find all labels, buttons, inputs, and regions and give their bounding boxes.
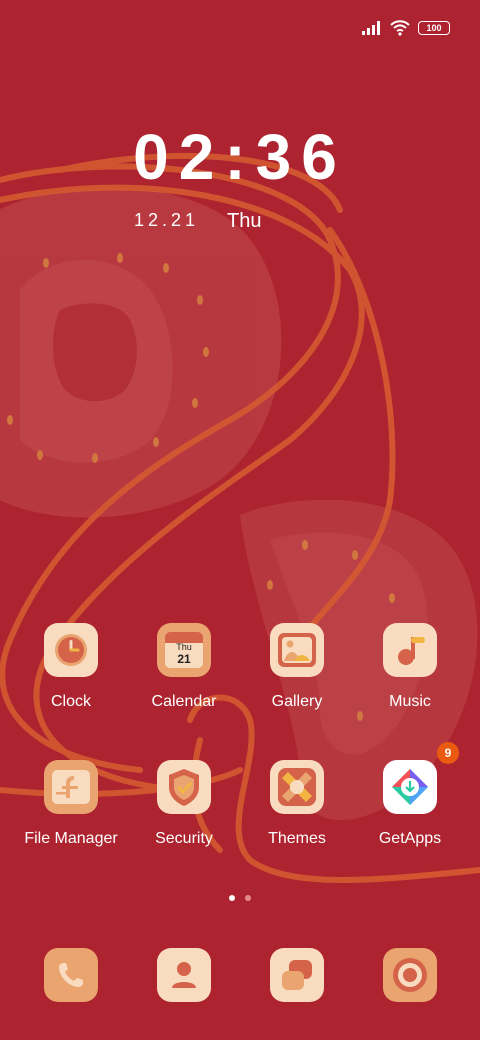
page-indicator[interactable] [0, 895, 480, 901]
app-label: Gallery [271, 693, 323, 710]
app-security[interactable]: Security [124, 760, 244, 848]
dock-phone[interactable] [44, 948, 98, 1002]
app-label: Clock [50, 693, 91, 710]
app-getapps[interactable]: 9 GetApps [350, 742, 470, 848]
status-bar: 100 [362, 14, 450, 42]
messages-icon [282, 960, 312, 990]
clock-widget-date[interactable]: 12.21 Thu [134, 210, 262, 233]
clock-widget-time[interactable]: 02:36 [0, 120, 480, 194]
signal-icon [362, 21, 380, 35]
weekday-text: Thu [227, 210, 262, 232]
battery-icon: 100 [418, 21, 450, 35]
page-dot-active[interactable] [229, 895, 235, 901]
calendar-day: Thu [176, 642, 192, 652]
contacts-icon [172, 962, 196, 988]
app-label: File Manager [24, 830, 118, 847]
file-manager-icon [44, 760, 98, 814]
app-calendar[interactable]: Thu 21 Calendar [124, 623, 244, 711]
app-clock[interactable]: Clock [11, 623, 131, 711]
dock-camera[interactable] [383, 948, 437, 1002]
getapps-icon: 9 [383, 742, 459, 814]
calendar-date: 21 [177, 652, 191, 666]
themes-icon [270, 760, 324, 814]
phone-icon [59, 963, 83, 987]
music-icon [383, 623, 437, 677]
app-label: Security [155, 830, 213, 847]
camera-icon [393, 958, 427, 992]
app-label: Music [389, 693, 431, 710]
wifi-icon [390, 20, 410, 36]
dock-messages[interactable] [270, 948, 324, 1002]
app-file-manager[interactable]: File Manager [11, 760, 131, 848]
clock-icon [44, 623, 98, 677]
app-label: Themes [268, 830, 326, 847]
app-music[interactable]: Music [350, 623, 470, 711]
date-text: 12.21 [134, 210, 200, 230]
security-icon [157, 760, 211, 814]
app-themes[interactable]: Themes [237, 760, 357, 848]
dock-contacts[interactable] [157, 948, 211, 1002]
page-dot[interactable] [245, 895, 251, 901]
app-label: GetApps [378, 830, 442, 847]
app-label: Calendar [151, 693, 217, 710]
app-gallery[interactable]: Gallery [237, 623, 357, 711]
gallery-icon [270, 623, 324, 677]
calendar-icon: Thu 21 [157, 623, 211, 677]
notification-badge: 9 [437, 742, 459, 764]
